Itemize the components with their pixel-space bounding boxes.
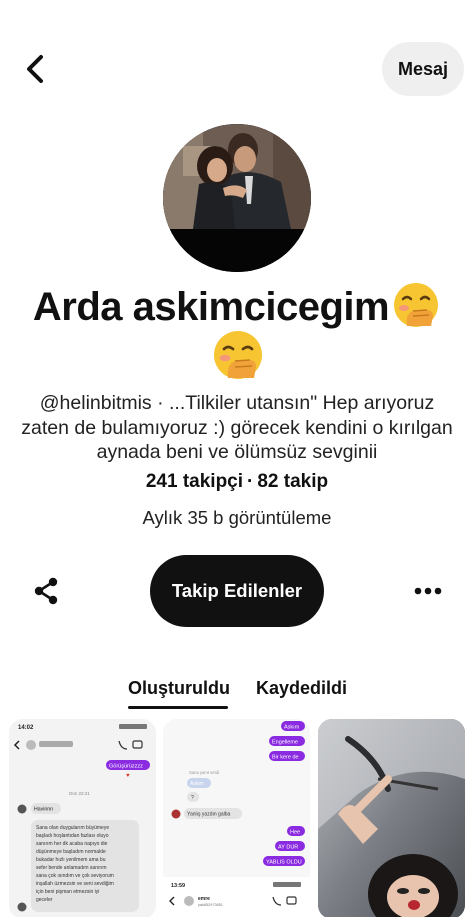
- profile-bio: @helinbitmis · ...Tilkiler utansın" Hep …: [18, 391, 456, 465]
- pin-image-chat: 14:02 Görüşürüzzzz ♥ Dün 22:21 Havinnn S…: [9, 719, 156, 917]
- outgoing-message: Bir kere de: [272, 754, 299, 760]
- top-bar: Mesaj: [0, 0, 474, 140]
- chevron-left-icon: [27, 55, 43, 83]
- svg-text:♥: ♥: [126, 773, 130, 779]
- bio-line: aynada beni ve ölümsüz sevginii: [96, 441, 378, 463]
- follow-stats: 241 takipçi · 82 takip: [0, 471, 474, 493]
- incoming-message-line: bukadar hızlı yenilmem ama bu: [36, 857, 106, 863]
- following-count[interactable]: 82 takip: [257, 471, 328, 492]
- message-button[interactable]: Mesaj: [382, 42, 464, 96]
- face-with-hand-over-mouth-icon: [214, 331, 262, 379]
- share-icon: [34, 577, 58, 605]
- profile-name: Arda askimcicegim: [0, 280, 474, 333]
- share-button[interactable]: [28, 573, 64, 609]
- pin-card[interactable]: 14:02 Görüşürüzzzz ♥ Dün 22:21 Havinnn S…: [9, 719, 156, 917]
- more-options-button[interactable]: [410, 574, 446, 608]
- pin-image-photo: [318, 719, 465, 917]
- outgoing-message: Görüşürüzzzz: [109, 764, 143, 770]
- tab-created[interactable]: Oluşturuldu: [128, 678, 230, 699]
- more-horizontal-icon: [414, 587, 442, 595]
- outgoing-message: Askım: [284, 724, 300, 730]
- followers-count[interactable]: 241 takipçi: [146, 471, 243, 492]
- monthly-views: Aylık 35 b görüntüleme: [142, 507, 332, 528]
- incoming-message-line: başladı hoşlantıdan fazlası oluyo: [36, 833, 109, 839]
- incoming-message-line: Sana olan duygularım büyümeye: [36, 825, 109, 831]
- incoming-message: Askim: [190, 781, 204, 787]
- incoming-message-line: için beni pişman etmezsin iyi: [36, 889, 99, 895]
- outgoing-message: AY DUR: [278, 844, 298, 850]
- contact-handle: yak852973651: [198, 903, 223, 907]
- pin-card[interactable]: [318, 719, 465, 917]
- pin-card[interactable]: Askım Engelleme Bir kere de Sana yanıt v…: [163, 719, 310, 917]
- date-divider: Dün 22:21: [69, 791, 90, 796]
- tab-saved[interactable]: Kaydedildi: [256, 678, 347, 699]
- outgoing-message: Engelleme: [272, 739, 298, 745]
- incoming-message-line: sana çok ısındım ve çok seviyorum: [36, 873, 114, 879]
- incoming-message: Havinnn: [34, 807, 53, 813]
- profile-tabs: Oluşturuldu Kaydedildi: [0, 672, 474, 712]
- pin-grid: 14:02 Görüşürüzzzz ♥ Dün 22:21 Havinnn S…: [0, 719, 474, 917]
- incoming-message-line: inşallah üzmezsin ve seni sevdiğim: [36, 881, 114, 887]
- active-tab-indicator: [128, 706, 228, 709]
- status-time: 13:59: [171, 883, 185, 889]
- bio-line: @helinbitmis · ...Tilkiler utansın" Hep …: [39, 392, 435, 414]
- incoming-message: ?: [191, 795, 194, 801]
- outgoing-message: YABLIS OLDU: [266, 859, 302, 865]
- avatar-photo: [163, 124, 311, 272]
- back-button[interactable]: [18, 52, 52, 86]
- contact-name: emre: [198, 896, 210, 902]
- pin-image-chat: Askım Engelleme Bir kere de Sana yanıt v…: [163, 719, 310, 917]
- incoming-message-line: sefer bende anlamadım sanırım: [36, 865, 107, 871]
- incoming-message-line: sanırım her dk acaba napıyo die: [36, 841, 108, 847]
- stats-separator: ·: [247, 471, 254, 492]
- following-button[interactable]: Takip Edilenler: [150, 555, 324, 627]
- face-with-hand-over-mouth-icon: [394, 283, 439, 327]
- profile-name-text: Arda askimcicegim: [32, 285, 390, 329]
- system-note: Sana yanıt verdi: [189, 770, 219, 775]
- incoming-message-line: düşünmeye başladım normalde: [36, 849, 106, 855]
- status-time: 14:02: [18, 725, 34, 731]
- incoming-message: Yanlış yazdın galba: [187, 812, 230, 818]
- bio-line: zaten de bulamıyoruz :) görecek kendini …: [21, 416, 453, 439]
- incoming-message-line: geceler: [36, 897, 53, 903]
- profile-avatar[interactable]: [163, 124, 311, 272]
- outgoing-message: Hee: [290, 829, 300, 835]
